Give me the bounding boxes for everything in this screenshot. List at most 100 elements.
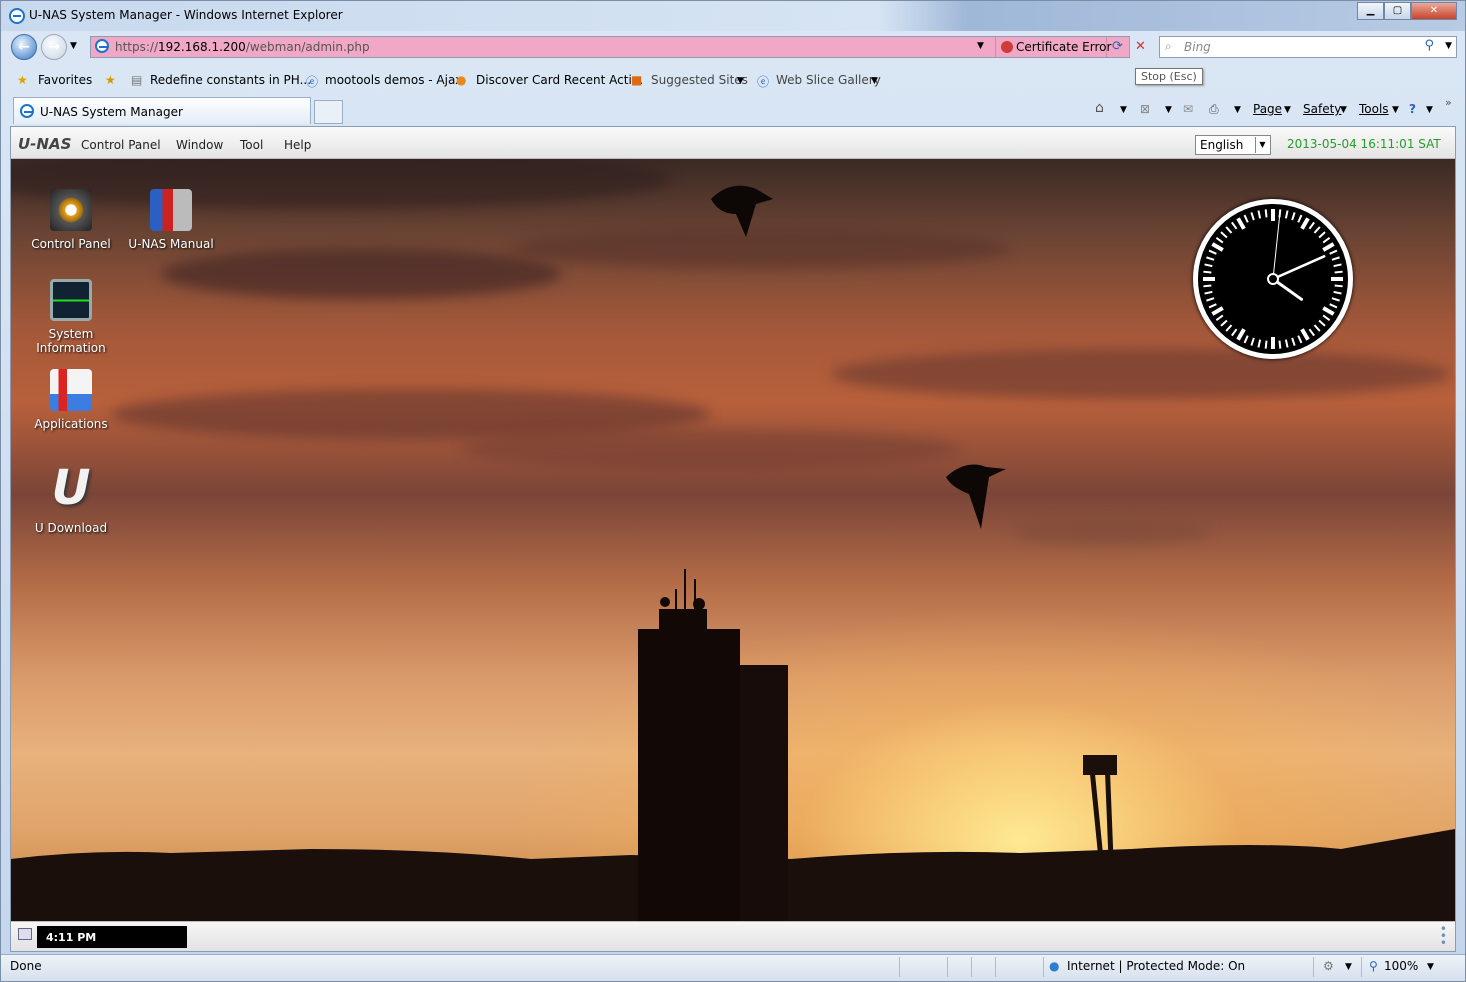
desktop-icon-unas-manual[interactable]: U-NAS Manual xyxy=(121,189,221,251)
chevron-more-icon[interactable]: » xyxy=(1445,96,1452,109)
zoom-level[interactable]: 100% xyxy=(1384,959,1418,973)
clock-tick xyxy=(1313,226,1321,234)
minimize-button[interactable]: ▁ xyxy=(1357,2,1384,20)
menu-control-panel[interactable]: Control Panel xyxy=(81,138,161,152)
clock-tick xyxy=(1264,340,1268,349)
favorites-button[interactable]: Favorites xyxy=(38,73,92,87)
print-dropdown[interactable]: ▼ xyxy=(1234,105,1241,115)
favorites-bar: ★ Favorites ★ ▤ Redefine constants in PH… xyxy=(1,66,1465,94)
clock-tick xyxy=(1236,217,1246,230)
stop-button[interactable]: ✕ xyxy=(1129,37,1151,57)
clock-tick xyxy=(1208,303,1217,309)
clock-tick xyxy=(1206,256,1215,261)
protected-mode-dropdown[interactable]: ▼ xyxy=(1345,962,1352,972)
clock-tick xyxy=(1329,303,1338,309)
favorite-link-2[interactable]: mootools demos - Ajax xyxy=(325,73,462,87)
clock-tick xyxy=(1318,231,1326,239)
menu-window[interactable]: Window xyxy=(176,138,223,152)
address-dropdown[interactable]: ▼ xyxy=(977,41,984,51)
search-options-dropdown[interactable]: ▼ xyxy=(1445,41,1452,51)
clock-tick xyxy=(1264,209,1268,218)
taskbar-time: 4:11 PM xyxy=(37,926,187,948)
desktop-icon-control-panel[interactable]: Control Panel xyxy=(21,189,121,251)
menu-help[interactable]: Help xyxy=(284,138,311,152)
suggested-sites-dropdown[interactable]: ▼ xyxy=(737,76,744,86)
zoom-dropdown[interactable]: ▼ xyxy=(1427,962,1434,972)
tab-ie-icon xyxy=(20,104,34,118)
clock-tick xyxy=(1297,335,1303,344)
tools-menu[interactable]: Tools xyxy=(1359,102,1389,116)
clock-tick xyxy=(1204,263,1213,268)
unas-logo: U-NAS xyxy=(18,135,72,153)
maximize-button[interactable]: ▢ xyxy=(1384,2,1411,20)
clock-tick xyxy=(1318,319,1326,327)
desktop-icon-system-information[interactable]: System Information xyxy=(21,279,121,355)
refresh-button[interactable]: ⟳ xyxy=(1106,37,1128,57)
blocks-icon xyxy=(50,369,92,411)
favorite-link-1[interactable]: Redefine constants in PH... xyxy=(150,73,311,87)
home-icon[interactable]: ⌂ xyxy=(1095,100,1104,116)
url-field[interactable]: https://192.168.1.200/webman/admin.php xyxy=(115,40,370,54)
suggested-sites-link[interactable]: Suggested Sites xyxy=(651,73,748,87)
protected-mode-icon[interactable]: ⚙ xyxy=(1323,959,1334,973)
page-menu[interactable]: Page xyxy=(1253,102,1282,116)
feeds-dropdown[interactable]: ▼ xyxy=(1165,105,1172,115)
clock-tick xyxy=(1225,324,1233,332)
clock-tick xyxy=(1236,328,1246,341)
help-dropdown[interactable]: ▼ xyxy=(1426,105,1433,115)
globe-icon: ● xyxy=(1049,959,1060,973)
add-favorite-icon[interactable]: ★ xyxy=(105,73,116,87)
show-desktop-icon[interactable] xyxy=(18,928,32,940)
safety-menu[interactable]: Safety xyxy=(1303,102,1341,116)
web-slice-dropdown[interactable]: ▼ xyxy=(871,76,878,86)
safety-dropdown[interactable]: ▼ xyxy=(1340,105,1347,115)
menu-tool[interactable]: Tool xyxy=(240,138,263,152)
tab-unas[interactable]: U-NAS System Manager xyxy=(13,97,311,124)
desktop-icon-applications[interactable]: Applications xyxy=(21,369,121,431)
certificate-error-button[interactable]: Certificate Error xyxy=(995,37,1115,57)
favorite-link-3[interactable]: Discover Card Recent Acti... xyxy=(476,73,643,87)
clock-tick xyxy=(1208,249,1217,255)
print-icon[interactable]: ⎙ xyxy=(1209,102,1219,117)
clock-tick xyxy=(1203,284,1212,288)
clock-tick xyxy=(1211,242,1224,252)
forward-button[interactable]: → xyxy=(41,34,67,60)
clock-tick xyxy=(1211,306,1224,316)
clock-tick xyxy=(1308,221,1315,230)
web-slice-gallery-link[interactable]: Web Slice Gallery xyxy=(776,73,881,87)
clock-tick xyxy=(1322,237,1331,244)
mail-icon[interactable]: ✉ xyxy=(1183,102,1193,116)
gear-icon xyxy=(50,189,92,231)
web-slice-icon: ⓔ xyxy=(757,75,770,89)
new-tab-button[interactable] xyxy=(314,100,343,124)
search-box[interactable]: ⌕ Bing ⚲ ▼ xyxy=(1159,36,1457,58)
security-zone[interactable]: Internet | Protected Mode: On xyxy=(1067,959,1245,973)
search-icon[interactable]: ⚲ xyxy=(1424,38,1434,53)
clock-tick xyxy=(1243,214,1249,223)
recent-pages-dropdown[interactable]: ▼ xyxy=(70,41,77,51)
suggested-sites-icon: ■ xyxy=(631,73,643,87)
more-options-icon[interactable]: • • • xyxy=(1440,923,1447,949)
u-logo-icon: U xyxy=(51,460,91,516)
close-button[interactable]: ✕ xyxy=(1411,2,1457,20)
favorites-star-icon: ★ xyxy=(17,73,28,87)
search-provider-icon: ⌕ xyxy=(1165,39,1172,53)
help-icon[interactable]: ? xyxy=(1409,102,1416,116)
clock-tick xyxy=(1278,340,1282,349)
monitor-icon xyxy=(50,279,92,321)
tools-dropdown[interactable]: ▼ xyxy=(1392,105,1399,115)
zoom-icon[interactable]: ⚲ xyxy=(1369,959,1378,973)
desktop-icon-u-download[interactable]: U U Download xyxy=(21,460,121,535)
chevron-down-icon: ▼ xyxy=(1255,137,1269,153)
clock-tick xyxy=(1334,270,1343,274)
home-dropdown[interactable]: ▼ xyxy=(1120,105,1127,115)
ie-icon xyxy=(9,8,25,24)
address-bar[interactable]: https://192.168.1.200/webman/admin.php ▼… xyxy=(90,36,1146,58)
page-dropdown[interactable]: ▼ xyxy=(1284,105,1291,115)
tab-row: U-NAS System Manager ⌂ ▼ ⊠ ▼ ✉ ⎙ ▼ Page … xyxy=(1,96,1465,124)
clock-tick xyxy=(1204,290,1213,295)
language-select[interactable]: English ▼ xyxy=(1195,135,1271,155)
back-button[interactable]: ← xyxy=(11,34,37,60)
clock-tick xyxy=(1225,226,1233,234)
feeds-icon[interactable]: ⊠ xyxy=(1140,102,1150,116)
